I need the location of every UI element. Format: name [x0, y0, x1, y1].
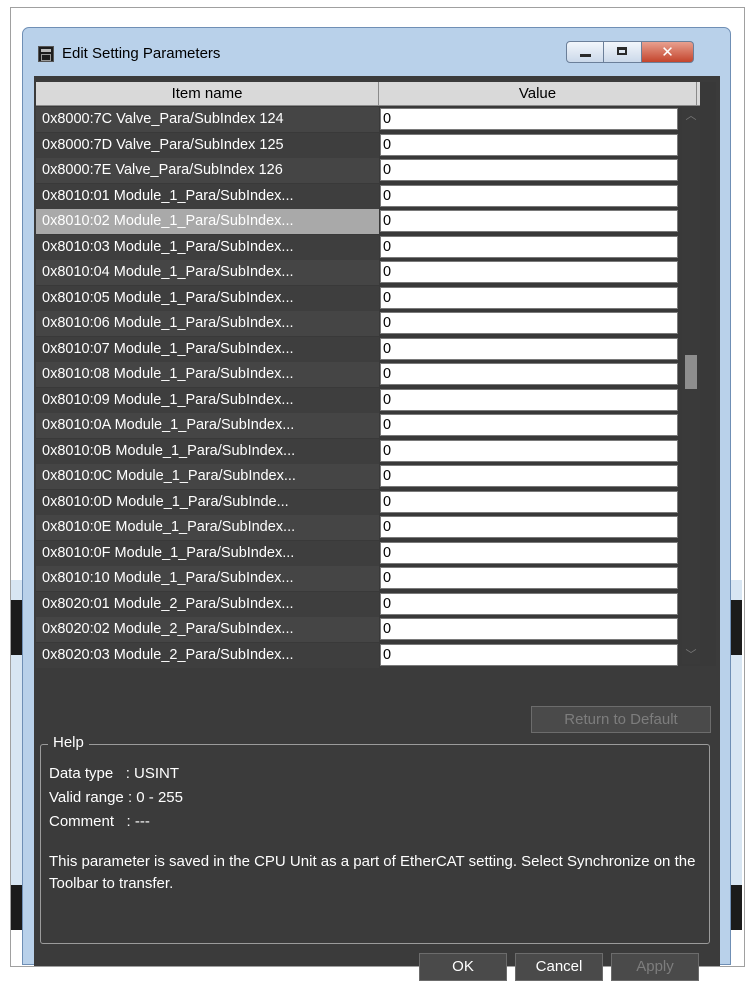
grid-rows: 0x8000:7C Valve_Para/SubIndex 124 0 0x8000… [36, 107, 700, 668]
apply-button[interactable]: Apply [611, 953, 699, 981]
value-input[interactable]: 0 [380, 439, 678, 462]
item-name-cell[interactable]: 0x8010:0C Module_1_Para/SubIndex... [36, 464, 379, 489]
value-input[interactable]: 0 [380, 567, 678, 589]
item-name-cell[interactable]: 0x8010:05 Module_1_Para/SubIndex... [36, 285, 379, 311]
item-name-cell[interactable]: 0x8010:0F Module_1_Para/SubIndex... [36, 540, 379, 566]
table-row[interactable]: 0x8010:03 Module_1_Para/SubIndex... 0 [36, 234, 700, 261]
item-name-cell[interactable]: 0x8010:10 Module_1_Para/SubIndex... [36, 566, 379, 591]
value-input[interactable]: 0 [380, 541, 678, 564]
item-name-cell[interactable]: 0x8010:07 Module_1_Para/SubIndex... [36, 336, 379, 362]
value-input[interactable]: 0 [380, 465, 678, 487]
table-row[interactable]: 0x8000:7C Valve_Para/SubIndex 124 0 [36, 107, 700, 133]
value-input[interactable]: 0 [380, 618, 678, 640]
table-row[interactable]: 0x8010:09 Module_1_Para/SubIndex... 0 [36, 387, 700, 414]
edit-setting-parameters-dialog: Edit Setting Parameters ✕ Item name Valu… [22, 27, 731, 981]
window-title: Edit Setting Parameters [62, 45, 221, 62]
table-row[interactable]: 0x8010:0E Module_1_Para/SubIndex... 0 [36, 515, 700, 541]
value-input[interactable]: 0 [380, 235, 678, 258]
value-input[interactable]: 0 [380, 516, 678, 538]
scroll-thumb[interactable] [685, 355, 697, 389]
value-input[interactable]: 0 [380, 286, 678, 309]
table-row[interactable]: 0x8010:0D Module_1_Para/SubInde... 0 [36, 489, 700, 516]
value-input[interactable]: 0 [380, 133, 678, 156]
item-name-cell[interactable]: 0x8010:02 Module_1_Para/SubIndex... [36, 209, 379, 234]
vertical-scrollbar[interactable]: ︿ ﹀ [682, 107, 700, 664]
table-row[interactable]: 0x8010:04 Module_1_Para/SubIndex... 0 [36, 260, 700, 286]
item-name-cell[interactable]: 0x8010:08 Module_1_Para/SubIndex... [36, 362, 379, 387]
table-row[interactable]: 0x8010:0A Module_1_Para/SubIndex... 0 [36, 413, 700, 439]
table-row[interactable]: 0x8010:07 Module_1_Para/SubIndex... 0 [36, 336, 700, 363]
item-name-cell[interactable]: 0x8010:0D Module_1_Para/SubInde... [36, 489, 379, 515]
ok-button[interactable]: OK [419, 953, 507, 981]
maximize-button[interactable] [604, 41, 642, 63]
item-name-cell[interactable]: 0x8020:01 Module_2_Para/SubIndex... [36, 591, 379, 617]
value-input[interactable]: 0 [380, 312, 678, 334]
help-group: Help Data type : USINT Valid range : 0 -… [40, 734, 710, 944]
item-name-cell[interactable]: 0x8010:04 Module_1_Para/SubIndex... [36, 260, 379, 285]
maximize-icon [617, 47, 627, 55]
help-valid-range: Valid range : 0 - 255 [49, 789, 183, 806]
help-legend: Help [48, 734, 89, 751]
value-input[interactable]: 0 [380, 261, 678, 283]
value-input[interactable]: 0 [380, 210, 678, 232]
table-row[interactable]: 0x8010:0B Module_1_Para/SubIndex... 0 [36, 438, 700, 465]
table-row[interactable]: 0x8020:03 Module_2_Para/SubIndex... 0 [36, 642, 700, 669]
table-row[interactable]: 0x8010:01 Module_1_Para/SubIndex... 0 [36, 183, 700, 210]
desktop-background [730, 600, 742, 655]
app-icon [38, 46, 54, 62]
item-name-cell[interactable]: 0x8000:7D Valve_Para/SubIndex 125 [36, 132, 379, 158]
table-row[interactable]: 0x8010:02 Module_1_Para/SubIndex... 0 [36, 209, 700, 235]
column-header-item-name[interactable]: Item name [36, 82, 379, 105]
value-input[interactable]: 0 [380, 643, 678, 666]
item-name-cell[interactable]: 0x8020:02 Module_2_Para/SubIndex... [36, 617, 379, 642]
table-row[interactable]: 0x8010:10 Module_1_Para/SubIndex... 0 [36, 566, 700, 592]
parameter-grid: Item name Value 0x8000:7C Valve_Para/Sub… [36, 82, 716, 668]
value-input[interactable]: 0 [380, 108, 678, 130]
table-row[interactable]: 0x8020:02 Module_2_Para/SubIndex... 0 [36, 617, 700, 643]
minimize-button[interactable] [566, 41, 604, 63]
close-icon: ✕ [661, 43, 674, 61]
help-comment: Comment : --- [49, 813, 150, 830]
table-row[interactable]: 0x8010:05 Module_1_Para/SubIndex... 0 [36, 285, 700, 312]
desktop-background [730, 885, 742, 930]
table-row[interactable]: 0x8000:7E Valve_Para/SubIndex 126 0 [36, 158, 700, 184]
scroll-up-arrow-icon[interactable]: ︿ [682, 107, 700, 125]
item-name-cell[interactable]: 0x8000:7E Valve_Para/SubIndex 126 [36, 158, 379, 183]
close-button[interactable]: ✕ [642, 41, 694, 63]
item-name-cell[interactable]: 0x8010:0E Module_1_Para/SubIndex... [36, 515, 379, 540]
value-input[interactable]: 0 [380, 363, 678, 385]
item-name-cell[interactable]: 0x8010:0A Module_1_Para/SubIndex... [36, 413, 379, 438]
item-name-cell[interactable]: 0x8020:03 Module_2_Para/SubIndex... [36, 642, 379, 668]
minimize-icon [580, 54, 591, 57]
dialog-body: Item name Value 0x8000:7C Valve_Para/Sub… [34, 76, 720, 981]
value-input[interactable]: 0 [380, 337, 678, 360]
item-name-cell[interactable]: 0x8010:01 Module_1_Para/SubIndex... [36, 183, 379, 209]
column-header-value[interactable]: Value [379, 82, 697, 105]
table-row[interactable]: 0x8010:06 Module_1_Para/SubIndex... 0 [36, 311, 700, 337]
value-input[interactable]: 0 [380, 388, 678, 411]
item-name-cell[interactable]: 0x8010:0B Module_1_Para/SubIndex... [36, 438, 379, 464]
return-to-default-button[interactable]: Return to Default [531, 706, 711, 733]
item-name-cell[interactable]: 0x8000:7C Valve_Para/SubIndex 124 [36, 107, 379, 132]
value-input[interactable]: 0 [380, 414, 678, 436]
table-row[interactable]: 0x8020:01 Module_2_Para/SubIndex... 0 [36, 591, 700, 618]
cancel-button[interactable]: Cancel [515, 953, 603, 981]
table-row[interactable]: 0x8010:08 Module_1_Para/SubIndex... 0 [36, 362, 700, 388]
help-description: This parameter is saved in the CPU Unit … [49, 853, 696, 892]
table-row[interactable]: 0x8000:7D Valve_Para/SubIndex 125 0 [36, 132, 700, 159]
value-input[interactable]: 0 [380, 592, 678, 615]
value-input[interactable]: 0 [380, 490, 678, 513]
value-input[interactable]: 0 [380, 159, 678, 181]
item-name-cell[interactable]: 0x8010:09 Module_1_Para/SubIndex... [36, 387, 379, 413]
item-name-cell[interactable]: 0x8010:06 Module_1_Para/SubIndex... [36, 311, 379, 336]
help-data-type: Data type : USINT [49, 765, 180, 782]
grid-header: Item name Value [36, 82, 700, 106]
scroll-down-arrow-icon[interactable]: ﹀ [682, 646, 700, 664]
table-row[interactable]: 0x8010:0C Module_1_Para/SubIndex... 0 [36, 464, 700, 490]
value-input[interactable]: 0 [380, 184, 678, 207]
item-name-cell[interactable]: 0x8010:03 Module_1_Para/SubIndex... [36, 234, 379, 260]
table-row[interactable]: 0x8010:0F Module_1_Para/SubIndex... 0 [36, 540, 700, 567]
